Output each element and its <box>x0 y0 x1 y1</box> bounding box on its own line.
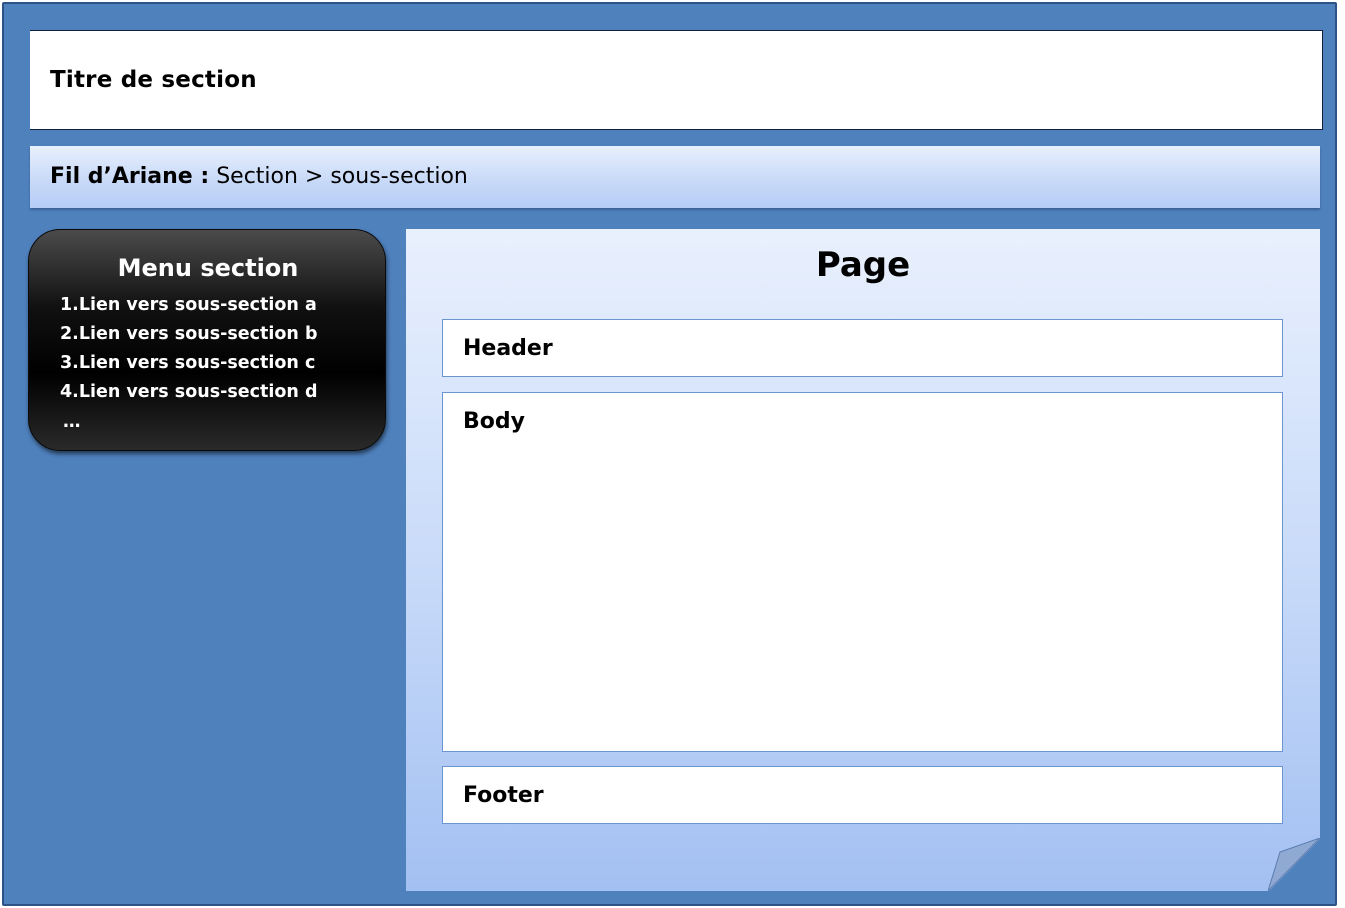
breadcrumb-label: Fil d’Ariane : <box>50 164 210 189</box>
menu-link-subsection-a[interactable]: 1.Lien vers sous-section a <box>60 295 317 315</box>
menu-title: Menu section <box>117 254 299 282</box>
breadcrumb-path[interactable]: Section > sous-section <box>216 164 468 189</box>
page-footer-box: Footer <box>442 766 1283 824</box>
page-body-label: Body <box>463 409 525 434</box>
menu-link-subsection-b[interactable]: 2.Lien vers sous-section b <box>60 324 318 344</box>
section-title: Titre de section <box>50 67 257 93</box>
page-header-label: Header <box>463 336 553 361</box>
page-body-box: Body <box>442 392 1283 752</box>
page-header-box: Header <box>442 319 1283 377</box>
breadcrumb-line: Fil d’Ariane : Section > sous-section <box>50 164 468 189</box>
menu-more-ellipsis: … <box>63 412 81 432</box>
menu-link-subsection-c[interactable]: 3.Lien vers sous-section c <box>60 353 315 373</box>
section-menu: Menu section 1.Lien vers sous-section a … <box>28 229 386 451</box>
page-folded-corner <box>1268 838 1320 891</box>
section-title-bar: Titre de section <box>30 30 1323 130</box>
page-title: Page <box>815 245 911 285</box>
breadcrumb: Fil d’Ariane : Section > sous-section <box>30 146 1320 208</box>
menu-link-subsection-d[interactable]: 4.Lien vers sous-section d <box>60 382 318 402</box>
page-footer-label: Footer <box>463 783 544 808</box>
